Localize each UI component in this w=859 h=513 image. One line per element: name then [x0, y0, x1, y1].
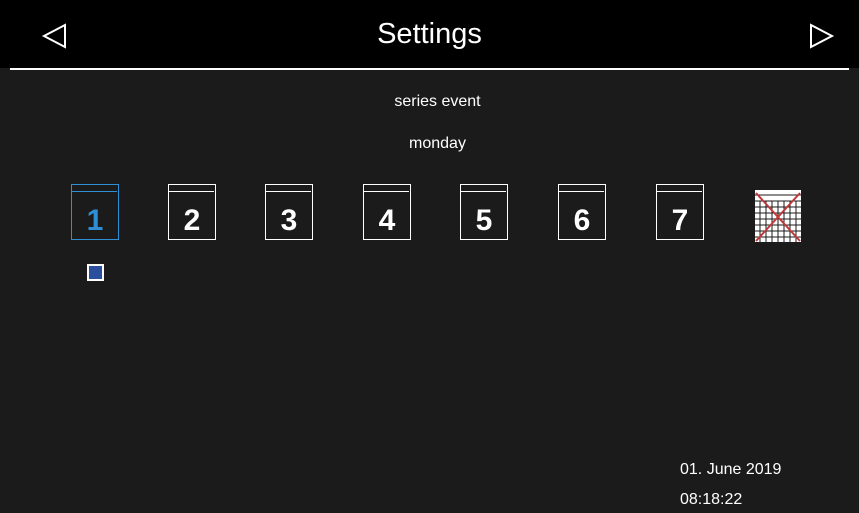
calendar-crossed-button[interactable]	[754, 189, 802, 243]
day-button-2[interactable]: 2	[168, 184, 216, 240]
day-button-3[interactable]: 3	[265, 184, 313, 240]
day-button-5[interactable]: 5	[460, 184, 508, 240]
day-button-4[interactable]: 4	[363, 184, 411, 240]
day-number: 7	[671, 204, 689, 237]
day-number: 1	[86, 204, 104, 237]
day-button-7[interactable]: 7	[656, 184, 704, 240]
day-frame-bar	[168, 184, 214, 192]
day-number: 2	[183, 204, 201, 237]
settings-screen: Settings series event monday 1 2 3 4 5 6…	[0, 0, 859, 513]
time-display: 08:18:22	[680, 491, 743, 508]
page-title: Settings	[377, 18, 482, 50]
day-button-6[interactable]: 6	[558, 184, 606, 240]
day-number: 4	[378, 204, 396, 237]
day-frame-bar	[558, 184, 604, 192]
next-button[interactable]	[800, 16, 840, 56]
header-divider	[10, 68, 849, 70]
date-display: 01. June 2019	[680, 461, 782, 478]
day-number: 6	[573, 204, 591, 237]
day-button-1[interactable]: 1	[71, 184, 119, 240]
event-type-label: series event	[394, 93, 481, 110]
day-frame-bar	[460, 184, 506, 192]
day-frame-bar	[363, 184, 409, 192]
day-frame-bar	[656, 184, 702, 192]
day-number: 3	[280, 204, 298, 237]
calendar-crossed-icon	[754, 189, 802, 243]
weekday-label: monday	[409, 135, 466, 152]
day-number: 5	[475, 204, 493, 237]
day-frame-bar	[265, 184, 311, 192]
day-frame-bar	[71, 184, 117, 192]
triangle-right-icon	[810, 23, 835, 49]
header-bar: Settings	[0, 0, 859, 68]
selected-day-indicator	[87, 264, 104, 281]
